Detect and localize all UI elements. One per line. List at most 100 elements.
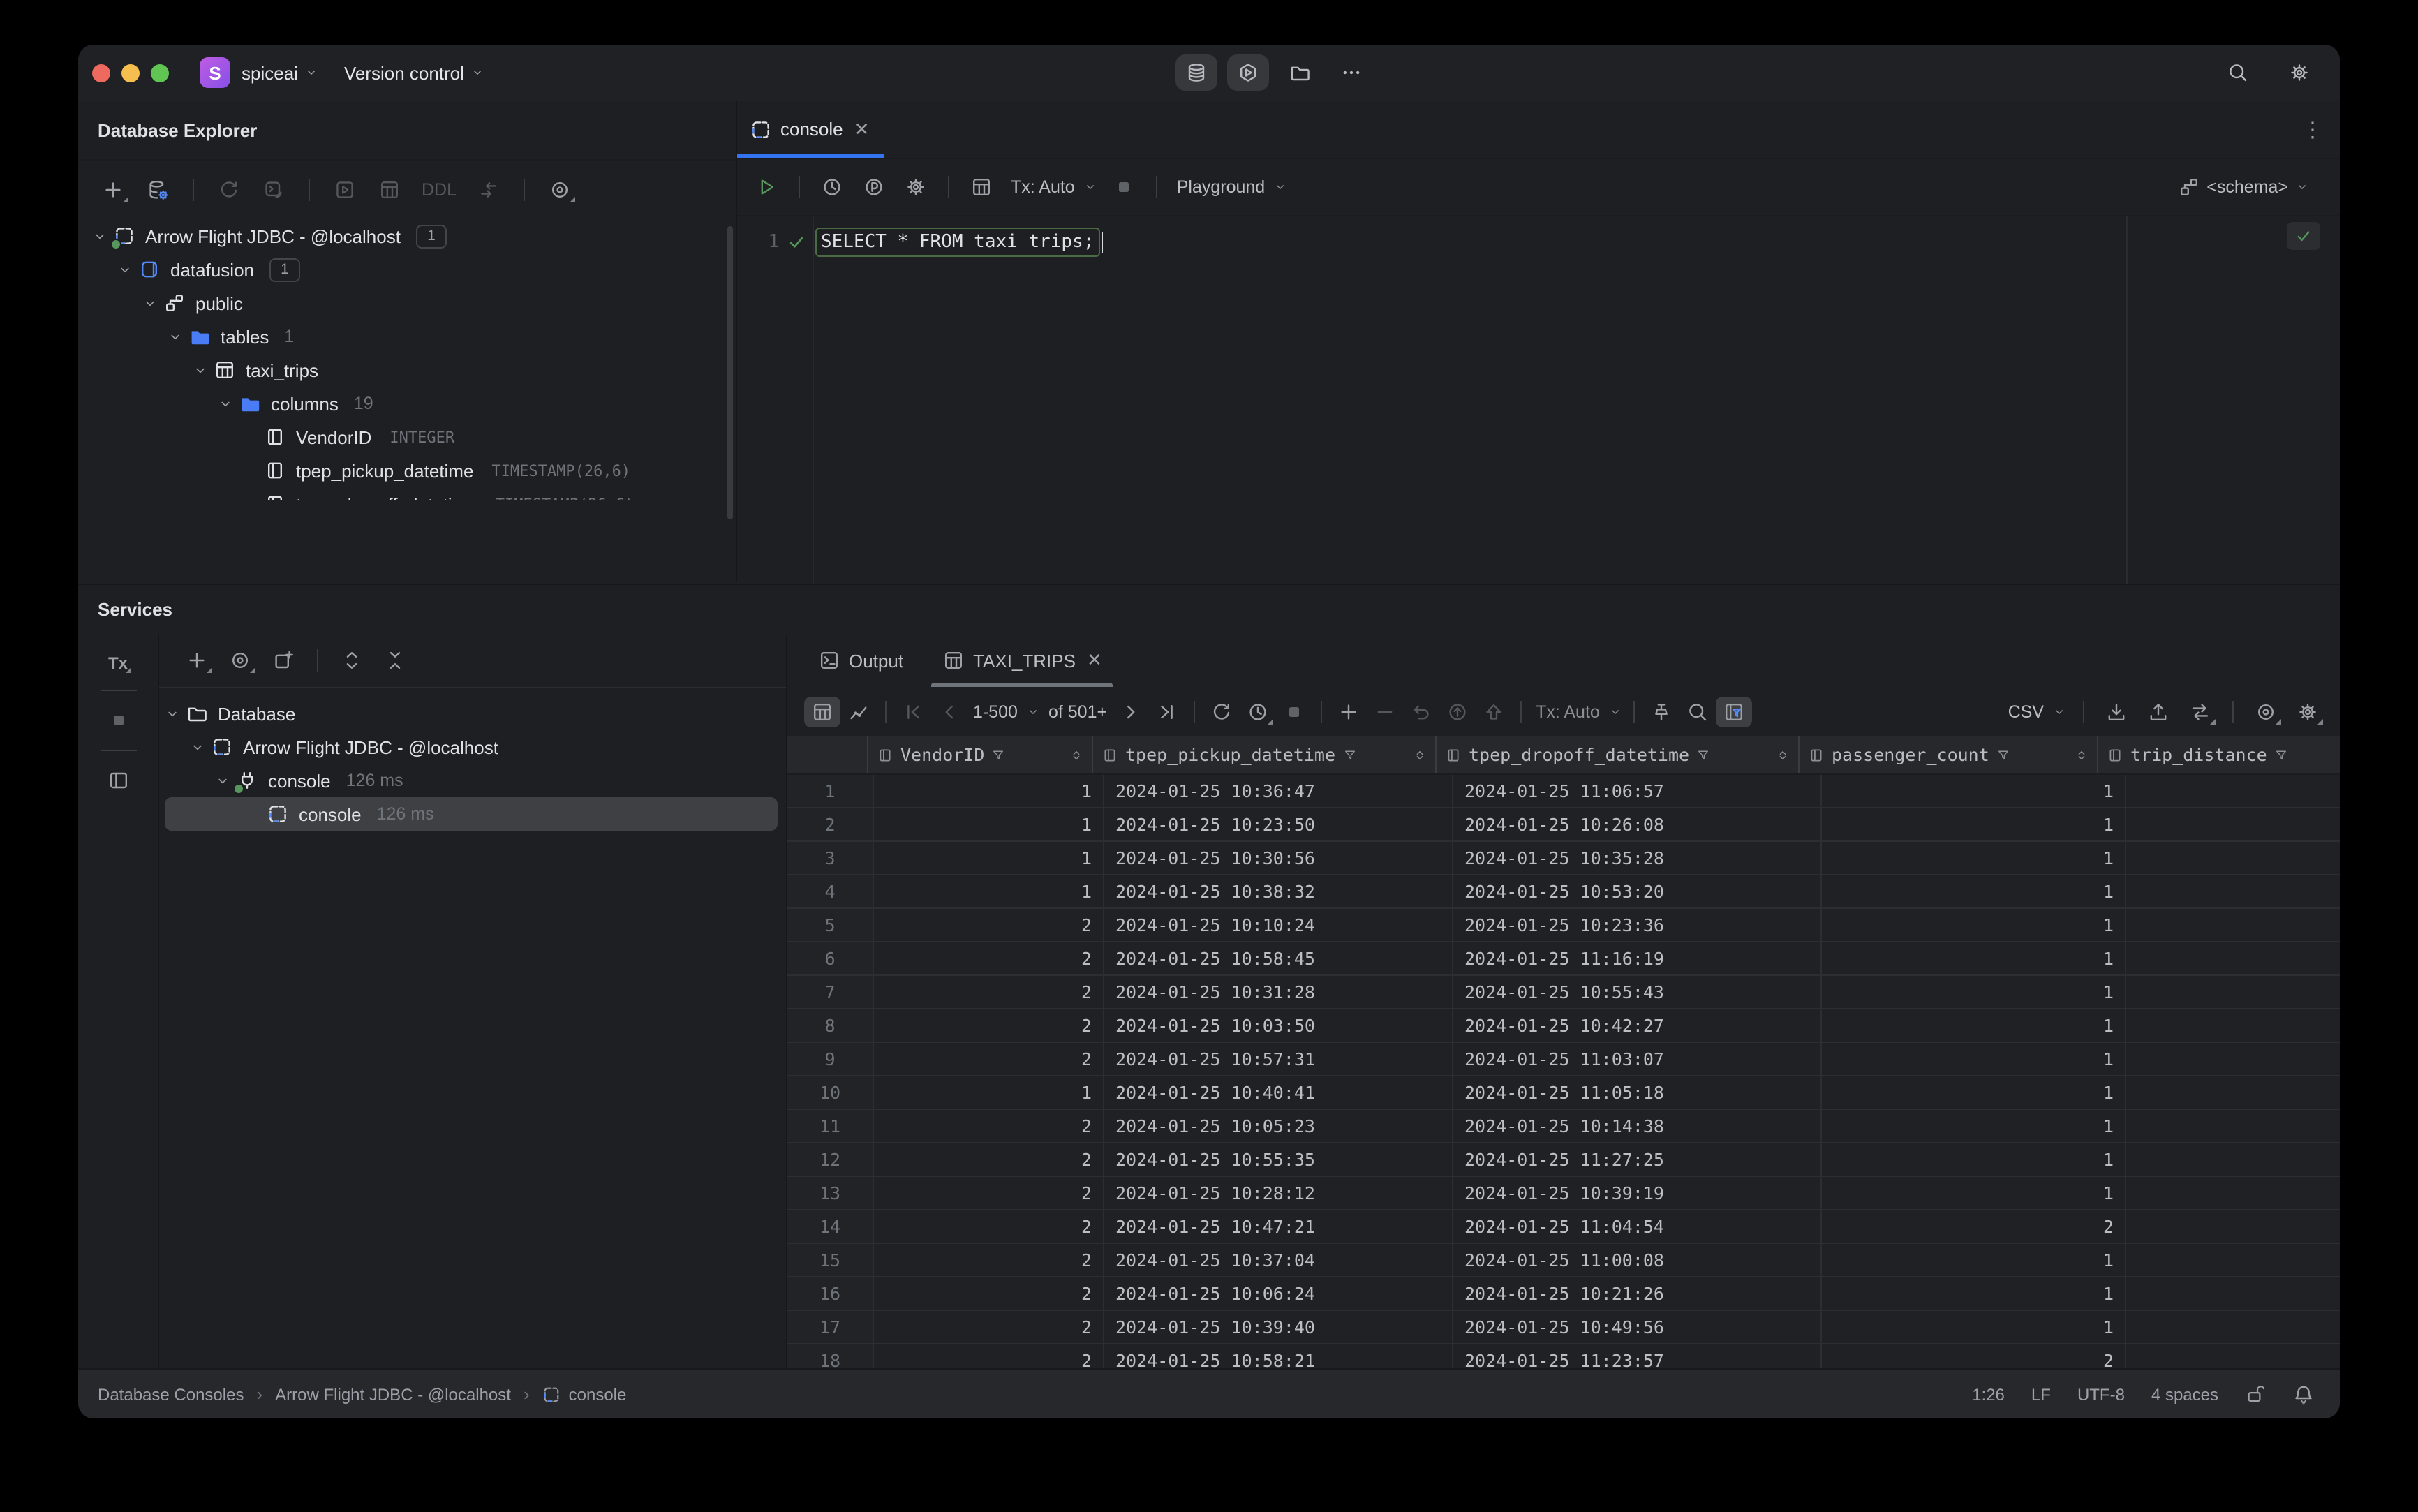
table-cell[interactable]: 2.06 [2126, 1210, 2340, 1243]
row-number[interactable]: 6 [787, 942, 874, 974]
sort-icon[interactable] [1069, 748, 1083, 762]
tree-item-vendorid[interactable]: VendorID INTEGER [78, 420, 736, 454]
chevron-down-icon[interactable] [162, 702, 181, 725]
database-tool-button[interactable] [1175, 54, 1217, 91]
tx-button[interactable]: Tx [103, 651, 133, 676]
line-separator[interactable]: LF [2031, 1384, 2051, 1404]
stop-button[interactable] [1276, 696, 1312, 727]
browse-data-button[interactable] [963, 172, 1000, 202]
table-cell[interactable]: 2.46 [2126, 1244, 2340, 1276]
table-cell[interactable]: 2024-01-25 10:31:28 [1104, 976, 1453, 1008]
tree-item-database[interactable]: Database [159, 697, 786, 730]
table-cell[interactable]: 2 [874, 909, 1104, 941]
row-number[interactable]: 13 [787, 1177, 874, 1209]
table-cell[interactable]: 1 [1822, 1043, 2126, 1075]
table-cell[interactable]: 2024-01-25 10:53:20 [1453, 875, 1822, 907]
grid-settings-button[interactable] [2290, 696, 2326, 727]
tree-item-arrow-flight-jdbc-localhost[interactable]: Arrow Flight JDBC - @localhost [159, 730, 786, 764]
auto-refresh-button[interactable] [1240, 696, 1276, 727]
table-cell[interactable]: 2024-01-25 10:35:28 [1453, 842, 1822, 874]
table-cell[interactable]: 2 [874, 976, 1104, 1008]
row-number[interactable]: 10 [787, 1076, 874, 1109]
table-cell[interactable]: 2024-01-25 10:49:56 [1453, 1311, 1822, 1343]
run-configurations-button[interactable] [1227, 54, 1269, 91]
tree-item-console[interactable]: console 126 ms [165, 797, 778, 831]
table-cell[interactable]: 2024-01-25 10:30:56 [1104, 842, 1453, 874]
tab-console[interactable]: console ✕ [737, 101, 884, 158]
chevron-down-icon[interactable] [215, 392, 235, 415]
table-cell[interactable]: 9.49 [2126, 976, 2340, 1008]
sort-icon[interactable] [2075, 748, 2089, 762]
chevron-down-icon[interactable] [89, 225, 109, 247]
table-cell[interactable]: 2024-01-25 10:39:19 [1453, 1177, 1822, 1209]
filter-icon[interactable] [1342, 748, 1356, 762]
tree-item-arrow-flight-jdbc-localhost[interactable]: Arrow Flight JDBC - @localhost 1 [78, 219, 736, 253]
breadcrumb-item[interactable]: Arrow Flight JDBC - @localhost [275, 1384, 511, 1404]
export-format-selector[interactable]: CSV [2003, 696, 2069, 727]
table-cell[interactable]: 1 [1822, 942, 2126, 974]
table-cell[interactable]: 2024-01-25 11:00:08 [1453, 1244, 1822, 1276]
table-cell[interactable]: 0.8 [2126, 842, 2340, 874]
table-cell[interactable]: 0.98 [2126, 1277, 2340, 1310]
stop-process-button[interactable] [100, 705, 136, 736]
column-header-trip_distance[interactable]: trip_distance [2098, 736, 2340, 773]
tab-taxi-trips[interactable]: TAXI_TRIPS ✕ [926, 634, 1119, 687]
row-number[interactable]: 5 [787, 909, 874, 941]
table-cell[interactable]: 2024-01-25 10:28:12 [1104, 1177, 1453, 1209]
indent-style[interactable]: 4 spaces [2151, 1384, 2218, 1404]
import-data-button[interactable] [2098, 696, 2135, 727]
table-cell[interactable]: 2024-01-25 10:06:24 [1104, 1277, 1453, 1310]
table-cell[interactable]: 2 [874, 1277, 1104, 1310]
table-cell[interactable]: 2024-01-25 10:36:47 [1104, 775, 1453, 807]
table-cell[interactable]: 1 [874, 808, 1104, 840]
table-cell[interactable]: 2 [874, 942, 1104, 974]
table-cell[interactable]: 2 [874, 1244, 1104, 1276]
table-cell[interactable]: 2024-01-25 10:05:23 [1104, 1110, 1453, 1142]
next-page-button[interactable] [1113, 696, 1149, 727]
table-cell[interactable]: 2 [874, 1143, 1104, 1176]
table-cell[interactable]: 1 [1822, 1110, 2126, 1142]
tree-item-tables[interactable]: tables 1 [78, 320, 736, 353]
column-header-passenger_count[interactable]: passenger_count [1800, 736, 2098, 773]
table-cell[interactable]: 1.14 [2126, 942, 2340, 974]
row-number[interactable]: 4 [787, 875, 874, 907]
notifications-bell-icon[interactable] [2292, 1383, 2315, 1405]
column-header-tpep_dropoff_datetime[interactable]: tpep_dropoff_datetime [1437, 736, 1800, 773]
open-in-new-tab-button[interactable] [265, 645, 302, 676]
view-parameters-button[interactable] [856, 172, 892, 202]
row-number[interactable]: 8 [787, 1009, 874, 1042]
table-cell[interactable]: 1 [1822, 976, 2126, 1008]
table-cell[interactable]: 1 [1822, 1311, 2126, 1343]
table-cell[interactable]: 2024-01-25 10:38:32 [1104, 875, 1453, 907]
table-cell[interactable]: 2024-01-25 10:55:35 [1104, 1143, 1453, 1176]
row-number[interactable]: 2 [787, 808, 874, 840]
lock-open-icon[interactable] [2245, 1384, 2266, 1404]
view-options-button[interactable] [2248, 696, 2284, 727]
table-cell[interactable]: 2024-01-25 10:57:31 [1104, 1043, 1453, 1075]
table-cell[interactable]: 1 [874, 842, 1104, 874]
table-cell[interactable]: 2024-01-25 10:47:21 [1104, 1210, 1453, 1243]
more-tools-button[interactable] [1330, 54, 1372, 91]
breadcrumb-item[interactable]: Database Consoles [98, 1384, 244, 1404]
table-cell[interactable]: 1 [1822, 1009, 2126, 1042]
file-encoding[interactable]: UTF-8 [2077, 1384, 2125, 1404]
layout-button[interactable] [100, 765, 136, 796]
data-extractor-button[interactable] [2182, 696, 2218, 727]
tree-item-public[interactable]: public [78, 286, 736, 320]
tx-mode-selector[interactable]: Tx: Auto [1530, 696, 1625, 727]
query-history-button[interactable] [814, 172, 850, 202]
table-cell[interactable]: 2 [1822, 1344, 2126, 1371]
schema-selector[interactable]: <schema> [2177, 176, 2309, 198]
tree-item-columns[interactable]: columns 19 [78, 387, 736, 420]
version-control-widget[interactable]: Version control [344, 62, 485, 83]
chevron-down-icon[interactable] [140, 292, 159, 314]
tree-item-tpep-pickup-datetime[interactable]: tpep_pickup_datetime TIMESTAMP(26,6) [78, 454, 736, 487]
avatar[interactable]: S [200, 57, 230, 88]
table-cell[interactable]: 2024-01-25 10:55:43 [1453, 976, 1822, 1008]
search-everywhere-button[interactable] [2217, 54, 2259, 91]
table-cell[interactable]: 2 [874, 1110, 1104, 1142]
chevron-down-icon[interactable] [187, 736, 207, 758]
filter-icon[interactable] [1996, 748, 2010, 762]
tree-item-tpep-dropoff-datetime[interactable]: tpep_dropoff_datetime TIMESTAMP(26,6) [78, 487, 736, 500]
table-cell[interactable]: 2 [874, 1311, 1104, 1343]
